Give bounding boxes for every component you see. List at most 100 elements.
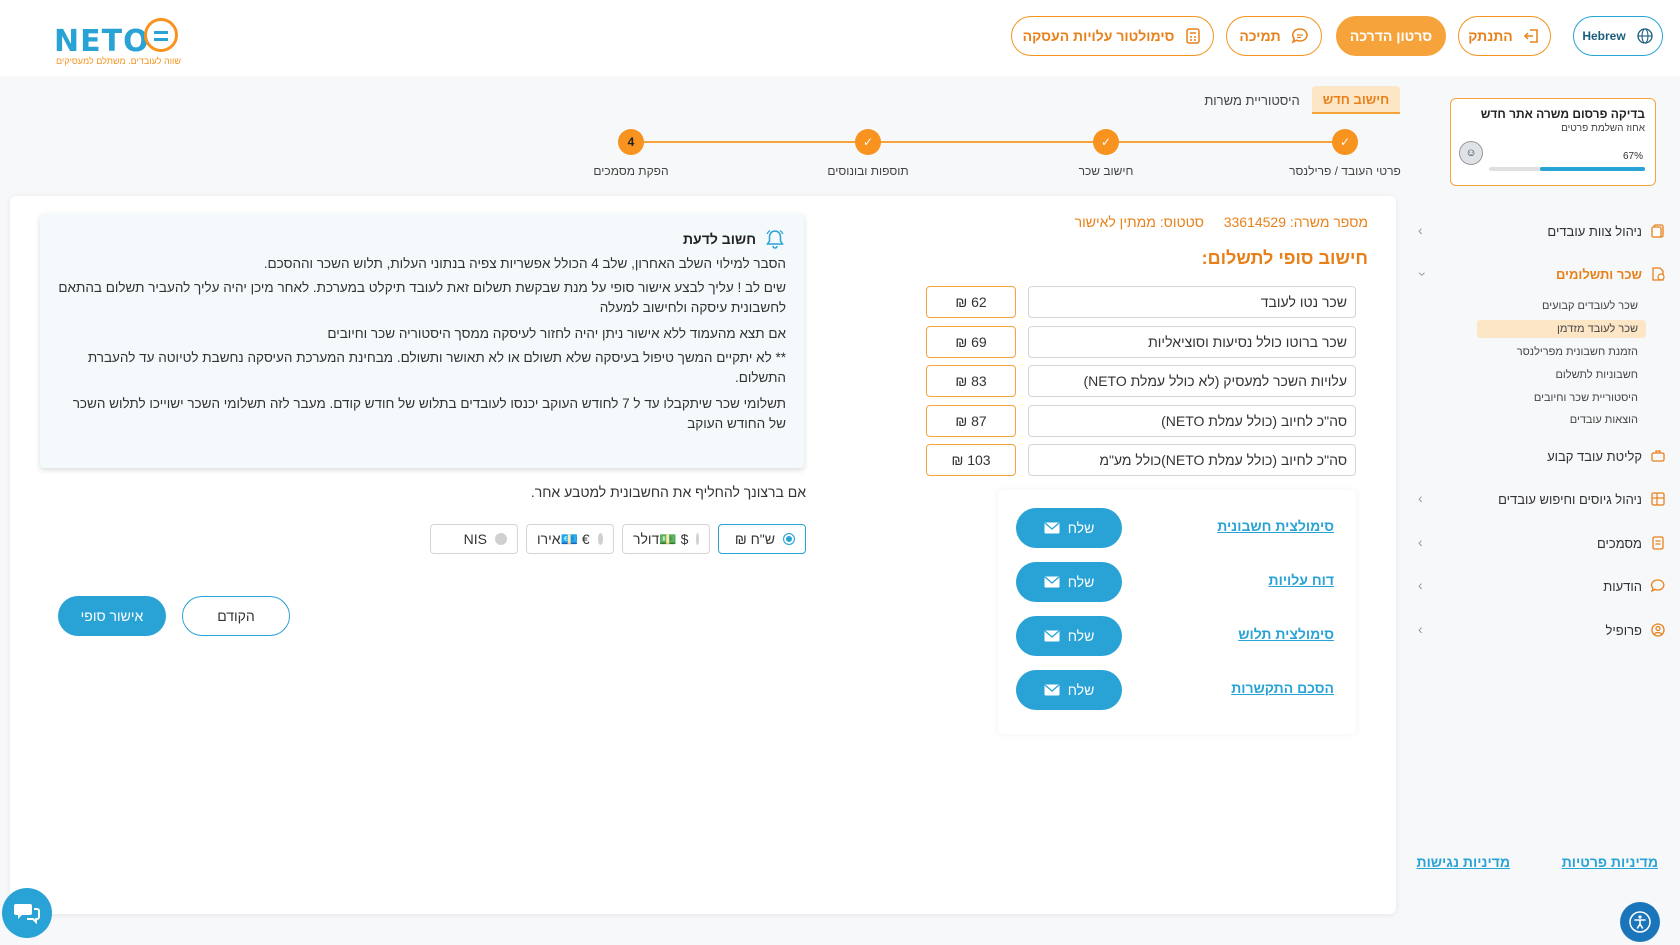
notice-paragraph: תשלומי שכר שיתקבלו עד ל 7 לחודש העוקב יכ… [72, 396, 786, 431]
progress-percent: 67% [1622, 151, 1643, 162]
send-engagement-agreement-button[interactable]: שלח [1016, 670, 1122, 710]
progress-bar-fill [1540, 167, 1645, 171]
sidebar-item-profile[interactable]: פרופיל [1606, 622, 1666, 638]
user-circle-icon [1651, 623, 1665, 637]
notice-paragraph: שים לב ! עליך לבצע אישור סופי על מנת שבק… [58, 280, 786, 315]
sidebar-item-messages[interactable]: הודעות [1603, 578, 1666, 594]
invoice-simulation-link[interactable]: סימולצית חשבונית [1217, 518, 1334, 534]
total-charge-vat-field: סה"כ לחיוב (כולל עמלת NETO)כולל מע"מ [1028, 444, 1356, 476]
progress-bar [1489, 167, 1645, 171]
gross-salary-value: 69 ₪ [926, 326, 1016, 358]
chevron-left-icon[interactable]: ‹ [1418, 490, 1423, 506]
document-list-icon [1652, 536, 1664, 550]
progress-card-subtitle: אחוז השלמת פרטים [1561, 123, 1645, 134]
step-1-check-icon: ✓ [1332, 129, 1358, 155]
grid-board-icon [1651, 492, 1665, 506]
chevron-left-icon[interactable]: ‹ [1418, 534, 1423, 550]
top-header: NETO שווה לעובדים. משתלם למעסיקים סימולט… [0, 0, 1680, 76]
send-label: שלח [1067, 574, 1095, 590]
currency-label: $ 💵דולר [633, 530, 689, 547]
employment-cost-simulator-button[interactable]: סימולטור עלויות העסקה [1011, 16, 1214, 56]
neto-logo[interactable]: NETO שווה לעובדים. משתלם למעסיקים [54, 18, 194, 70]
sidebar-item-onboard-permanent[interactable]: קליטת עובד קבוע [1547, 448, 1666, 464]
sidebar: בדיקה פרסום משרה אתר חדש אחוז השלמת פרטי… [1404, 80, 1680, 945]
notice-title-text: חשוב לדעת [682, 231, 756, 247]
final-approval-button[interactable]: אישור סופי [58, 596, 166, 636]
sidebar-item-label: קליטת עובד קבוע [1547, 448, 1642, 464]
total-charge-vat-value: 103 ₪ [926, 444, 1016, 476]
tab-job-history[interactable]: היסטוריית משרות [1198, 86, 1306, 114]
tab-new-calculation[interactable]: חישוב חדש [1312, 86, 1400, 114]
chevron-left-icon[interactable]: ‹ [1418, 621, 1423, 637]
sidebar-subitem-invoices-to-pay[interactable]: חשבוניות לתשלום [1555, 369, 1638, 381]
progress-card-title: בדיקה פרסום משרה אתר חדש [1480, 107, 1645, 121]
profile-progress-card[interactable]: בדיקה פרסום משרה אתר חדש אחוז השלמת פרטי… [1450, 98, 1656, 186]
notice-title: חשוב לדעת [683, 228, 786, 250]
employer-cost-value: 83 ₪ [926, 365, 1016, 397]
step-2-label: חישוב שכר [1078, 164, 1134, 178]
currency-option-eur[interactable]: € 💶אירו [526, 524, 614, 554]
envelope-icon [1044, 684, 1060, 696]
notice-paragraph: הסבר למילוי השלב האחרון, שלב 4 הכולל אפש… [263, 256, 786, 271]
chevron-left-icon[interactable]: ‹ [1418, 222, 1423, 238]
bell-icon [766, 229, 784, 249]
sidebar-item-label: פרופיל [1605, 622, 1642, 638]
cost-report-link[interactable]: דוח עלויות [1269, 572, 1334, 588]
support-button[interactable]: תמיכה [1226, 16, 1322, 56]
accessibility-widget-button[interactable] [1620, 902, 1660, 942]
total-charge-value: 87 ₪ [926, 405, 1016, 437]
sidebar-item-label: שכר ותשלומים [1555, 266, 1642, 282]
sidebar-item-label: ניהול צוות עובדים [1547, 223, 1642, 239]
sidebar-subitem-employee-expenses[interactable]: הוצאות עובדים [1570, 414, 1638, 426]
main-card: מספר משרה: 33614529 סטטוס: ממתין לאישור … [10, 196, 1396, 914]
send-label: שלח [1067, 520, 1095, 536]
sidebar-subitem-freelancer-invoice[interactable]: הזמנת חשבונית מפרילנסר [1517, 346, 1638, 358]
chevron-left-icon[interactable]: ‹ [1418, 577, 1423, 593]
currency-label: € 💶אירו [537, 530, 590, 547]
send-invoice-simulation-button[interactable]: שלח [1016, 508, 1122, 548]
sidebar-item-label: מסמכים [1596, 535, 1642, 551]
sidebar-subitem-casual-salary[interactable]: שכר לעובד מזדמן [1477, 320, 1646, 338]
briefcase-icon [1651, 450, 1665, 462]
accessibility-policy-link[interactable]: מדיניות נגישות [1417, 854, 1510, 870]
sidebar-subitem-salary-history[interactable]: היסטוריית שכר וחיובים [1534, 392, 1638, 404]
notice-paragraph: ** לא יתקיים המשך טיפול בעיסקה שלא תשולם… [87, 350, 786, 385]
step-3-label: תוספות ובונוסים [827, 164, 909, 178]
payslip-simulation-link[interactable]: סימולצית תלוש [1238, 626, 1334, 642]
avatar-icon: ☺ [1459, 141, 1483, 165]
currency-label: NIS [463, 531, 487, 547]
tutorial-video-button[interactable]: סרטון הדרכה [1336, 16, 1446, 56]
radio-icon [495, 533, 507, 545]
send-payslip-simulation-button[interactable]: שלח [1016, 616, 1122, 656]
step-3-check-icon: ✓ [855, 129, 881, 155]
chat-bubble-icon [1291, 28, 1308, 44]
logout-icon [1523, 29, 1538, 43]
sidebar-item-team[interactable]: ניהול צוות עובדים [1547, 223, 1666, 239]
logo-text: NETO [54, 24, 150, 59]
send-cost-report-button[interactable]: שלח [1016, 562, 1122, 602]
privacy-policy-link[interactable]: מדיניות פרטיות [1562, 854, 1658, 870]
status-label: סטטוס: [1159, 214, 1204, 230]
documents-panel: סימולצית חשבונית שלח דוח עלויות שלח סימו… [998, 490, 1356, 734]
accessibility-icon [1629, 911, 1651, 933]
chevron-down-icon[interactable]: ‹ [1412, 272, 1428, 277]
send-label: שלח [1067, 682, 1095, 698]
currency-option-ils[interactable]: ש"ח ₪ [718, 524, 806, 554]
step-4-current: 4 [618, 129, 644, 155]
chat-icon [14, 904, 40, 925]
calculator-icon [1186, 28, 1201, 44]
message-bubble-icon [1650, 579, 1665, 593]
job-meta: מספר משרה: 33614529 סטטוס: ממתין לאישור [1075, 214, 1368, 230]
send-label: שלח [1067, 628, 1095, 644]
sidebar-subitem-permanent-salary[interactable]: שכר לעובדים קבועים [1542, 300, 1638, 312]
logout-button[interactable]: התנתק [1458, 16, 1551, 56]
sidebar-item-documents[interactable]: מסמכים [1597, 535, 1666, 551]
currency-option-usd[interactable]: $ 💵דולר [622, 524, 710, 554]
sidebar-item-salary-payments[interactable]: שכר ותשלומים [1556, 266, 1666, 282]
engagement-agreement-link[interactable]: הסכם התקשרות [1231, 680, 1334, 696]
sidebar-item-recruitment[interactable]: ניהול גיוסים וחיפוש עובדים [1498, 491, 1666, 507]
language-selector[interactable]: Hebrew [1573, 16, 1663, 56]
currency-option-nis[interactable]: NIS [430, 524, 518, 554]
chat-widget-button[interactable] [2, 888, 52, 938]
previous-button[interactable]: הקודם [182, 596, 290, 636]
